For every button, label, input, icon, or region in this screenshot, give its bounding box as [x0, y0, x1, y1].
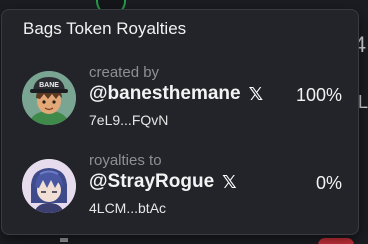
avatar-cap-text: BANE — [39, 82, 59, 89]
royalty-percentage: 100% — [295, 85, 342, 105]
creator-wallet-address[interactable]: 7eL9...FQvN — [89, 112, 168, 128]
royalty-entry-creator: BANE created by @banesthemane 𝕏 7eL9...F… — [2, 60, 358, 136]
royalty-percentage: 0% — [315, 173, 342, 193]
popover-title: Bags Token Royalties — [23, 19, 187, 38]
background-text-fragment: L — [357, 92, 368, 112]
handle-line: @StrayRogue 𝕏 — [89, 171, 237, 193]
recipient-wallet-address[interactable]: 4LCM...btAc — [89, 200, 166, 216]
recipient-handle-link[interactable]: @StrayRogue — [89, 171, 214, 193]
screen: 4 L Bags Token Royalties BANE created by… — [0, 0, 368, 244]
background-badge — [318, 238, 354, 244]
royalties-popover: Bags Token Royalties BANE created by @ba… — [1, 9, 359, 235]
x-logo-icon[interactable]: 𝕏 — [222, 173, 237, 191]
entry-role-label: royalties to — [89, 152, 162, 169]
entry-role-label: created by — [89, 64, 160, 81]
avatar[interactable] — [22, 159, 76, 213]
creator-avatar-image: BANE — [22, 71, 76, 125]
creator-handle-link[interactable]: @banesthemane — [89, 83, 241, 105]
handle-line: @banesthemane 𝕏 — [89, 83, 263, 105]
royalty-entry-recipient: royalties to @StrayRogue 𝕏 4LCM...btAc 0… — [2, 148, 358, 224]
recipient-avatar-image — [22, 159, 76, 213]
background-fragment — [60, 238, 68, 242]
avatar[interactable]: BANE — [22, 71, 76, 125]
x-logo-icon[interactable]: 𝕏 — [249, 85, 264, 103]
